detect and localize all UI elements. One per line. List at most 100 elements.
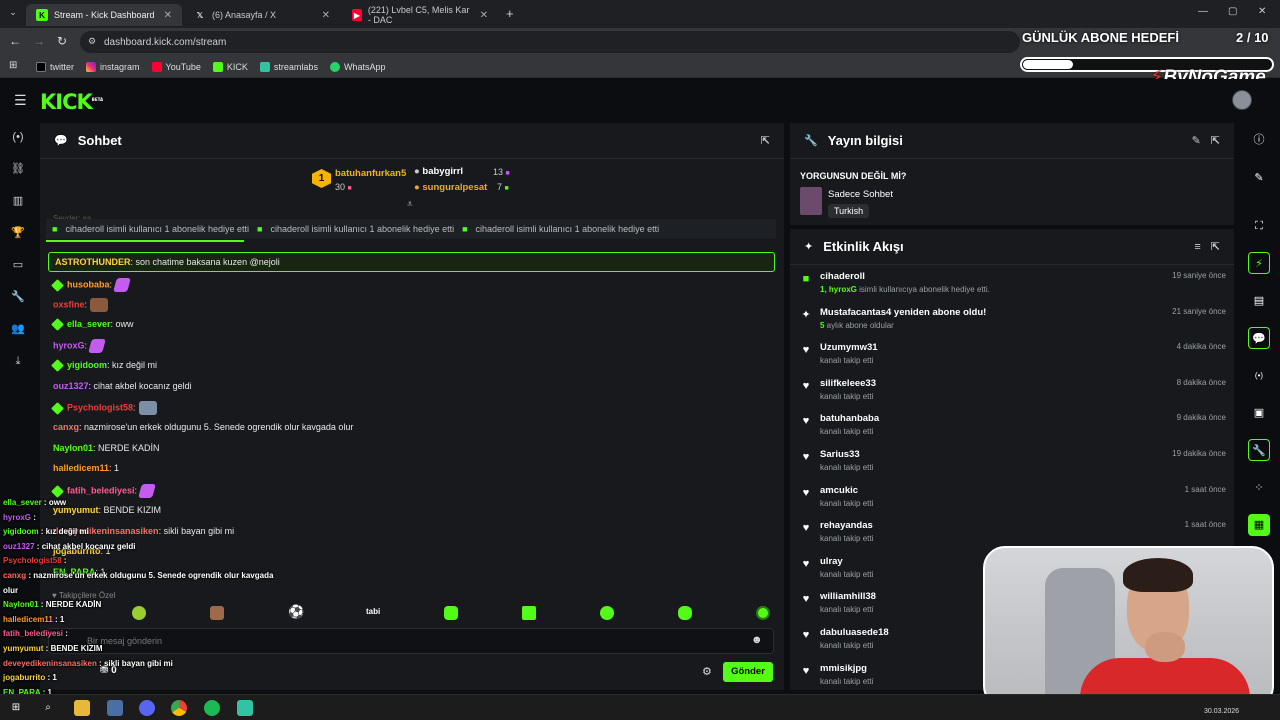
emote-icon[interactable] (600, 606, 614, 620)
document-icon[interactable]: ▤ (1248, 290, 1270, 312)
wrench-icon[interactable]: 🔧 (1248, 439, 1270, 461)
emote-icon[interactable] (444, 606, 458, 620)
pencil-icon[interactable]: ✎ (1248, 167, 1270, 189)
broadcast-icon[interactable]: (•) (1248, 365, 1270, 387)
bookmark-streamlabs[interactable]: streamlabs (259, 61, 318, 72)
tab-youtube[interactable]: ▶ (221) Lvbel C5, Melis Kar - DAC ✕ (342, 4, 498, 26)
url-field[interactable]: ⚙ dashboard.kick.com/stream (80, 31, 1020, 53)
app-icon[interactable] (237, 700, 253, 716)
leaderboard-name[interactable]: batuhanfurkan5 (335, 168, 406, 179)
download-icon[interactable]: ⤓ (10, 353, 26, 369)
maximize-icon[interactable]: ▢ (1228, 6, 1237, 17)
overlay-text: : 1 (45, 673, 57, 683)
soccer-ball-icon[interactable]: ⚽ (288, 604, 304, 620)
popout-icon[interactable]: ⇱ (1211, 134, 1220, 147)
info-icon[interactable]: ⓘ (1248, 129, 1270, 151)
bookmark-whatsapp[interactable]: WhatsApp (329, 61, 385, 72)
spotify-icon[interactable] (204, 700, 220, 716)
chat-username[interactable]: Naylon01 (53, 443, 93, 453)
tab-x[interactable]: 𝕏 (6) Anasayfa / X ✕ (184, 4, 340, 26)
bookmark-youtube[interactable]: YouTube (151, 61, 201, 72)
gift-icon: ■ (52, 224, 58, 234)
leaderboard-entry[interactable]: ● sunguralpesat (414, 182, 487, 193)
leaderboard-entry[interactable]: ● babygirrl (414, 166, 463, 177)
dots-icon[interactable]: ⁘ (1248, 477, 1270, 499)
app-icon[interactable] (107, 700, 123, 716)
kick-logo[interactable]: KICKBETA (40, 90, 103, 114)
event-detail: kanalı takip etti (820, 570, 873, 579)
bookmark-kick[interactable]: KICK (212, 61, 248, 72)
lightning-icon[interactable]: ⚡ (1248, 252, 1270, 274)
chat-username[interactable]: ouz1327 (53, 381, 89, 391)
close-tab-icon[interactable]: ✕ (322, 10, 330, 21)
activity-event[interactable]: ✦ Mustafacantas4 yeniden abone oldu! 5 ayl… (798, 307, 1226, 341)
activity-event[interactable]: ♥ Sarius33 kanalı takip etti 19 dakika önce (798, 449, 1226, 483)
highlight-username[interactable]: ASTROTHUNDER (55, 257, 131, 267)
chat-icon[interactable]: 💬 (1248, 327, 1270, 349)
crop-icon[interactable]: ⛶ (1248, 215, 1270, 237)
emote-icon[interactable] (132, 606, 146, 620)
broadcast-icon[interactable]: (•) (10, 129, 26, 145)
emote-tabi[interactable]: tabi (366, 607, 380, 616)
community-icon[interactable]: 👥 (10, 321, 26, 337)
category-name[interactable]: Sadece Sohbet (828, 189, 893, 200)
analytics-icon[interactable]: ▥ (10, 193, 26, 209)
close-window-icon[interactable]: ✕ (1258, 6, 1266, 17)
popout-icon[interactable]: ⇱ (1211, 240, 1220, 253)
avatar[interactable] (1232, 90, 1252, 110)
chat-username[interactable]: canxg (53, 422, 79, 432)
chat-username[interactable]: oxsfine (53, 299, 85, 309)
new-tab-icon[interactable]: + (506, 6, 514, 21)
emoji-icon[interactable]: ☻ (751, 634, 763, 646)
chat-username[interactable]: halledicem11 (53, 463, 109, 473)
chat-input[interactable]: Bir mesaj gönderin ☻ (48, 628, 774, 654)
emote-icon[interactable] (522, 606, 536, 620)
emote-icon[interactable] (678, 606, 692, 620)
bookmark-instagram[interactable]: instagram (86, 61, 140, 72)
tab-list-chevron-icon[interactable]: ⌄ (6, 7, 20, 21)
filter-icon[interactable]: ≡ (1194, 241, 1200, 253)
close-tab-icon[interactable]: ✕ (164, 10, 172, 21)
minimize-icon[interactable]: — (1198, 6, 1208, 17)
apps-grid-icon[interactable]: ⊞ (9, 60, 17, 71)
activity-event[interactable]: ■ cihaderoll 1, hyroxG isimli kullanıcıya … (798, 271, 1226, 305)
activity-event[interactable]: ♥ batuhanbaba kanalı takip etti 9 dakika ön… (798, 413, 1226, 447)
layout-icon[interactable]: ▭ (10, 257, 26, 273)
activity-event[interactable]: ♥ Uzumymw31 kanalı takip etti 4 dakika önce (798, 342, 1226, 376)
chat-username[interactable]: husobaba (67, 279, 110, 289)
send-button[interactable]: Gönder (723, 662, 773, 682)
popout-icon[interactable]: ⇱ (761, 134, 770, 147)
reload-icon[interactable]: ↻ (57, 34, 67, 48)
link-icon[interactable]: ⛓ (10, 161, 26, 177)
chat-username[interactable]: fatih_belediyesi (67, 485, 135, 495)
clapper-icon[interactable]: ▦ (1248, 514, 1270, 536)
chrome-icon[interactable] (171, 700, 187, 716)
windows-start-icon[interactable]: ⊞ (8, 700, 24, 716)
emote-icon[interactable] (756, 606, 770, 620)
expand-leaderboard-icon[interactable]: ⩡ (407, 199, 413, 210)
video-icon[interactable]: ▣ (1248, 402, 1270, 424)
chat-username[interactable]: Psychologist58 (67, 402, 133, 412)
emote-icon[interactable] (210, 606, 224, 620)
file-explorer-icon[interactable] (74, 700, 90, 716)
site-info-icon[interactable]: ⚙ (88, 36, 96, 47)
close-tab-icon[interactable]: ✕ (480, 10, 488, 21)
activity-event[interactable]: ♥ silifkeleee33 kanalı takip etti 8 dakika … (798, 378, 1226, 412)
activity-event[interactable]: ♥ amcukic kanalı takip etti 1 saat önce (798, 485, 1226, 519)
chat-username[interactable]: yigidoom (67, 360, 107, 370)
heart-icon: ♥ (802, 451, 810, 463)
trophy-icon[interactable]: 🏆 (10, 225, 26, 241)
edit-icon[interactable]: ✎ (1192, 134, 1201, 147)
back-icon[interactable]: ← (9, 34, 21, 48)
chat-settings-icon[interactable]: ⚙ (702, 665, 712, 678)
tab-kick-dashboard[interactable]: K Stream - Kick Dashboard ✕ (26, 4, 182, 26)
chat-username[interactable]: hyroxG (53, 340, 85, 350)
search-icon[interactable]: ⌕ (40, 700, 56, 716)
chat-username[interactable]: ella_sever (67, 319, 111, 329)
menu-icon[interactable]: ☰ (14, 92, 27, 109)
bookmark-twitter[interactable]: twitter (36, 61, 74, 72)
discord-icon[interactable] (139, 700, 155, 716)
event-detail-text: kanalı takip etti (820, 569, 874, 579)
forward-icon[interactable]: → (33, 34, 45, 48)
wrench-icon[interactable]: 🔧 (10, 289, 26, 305)
